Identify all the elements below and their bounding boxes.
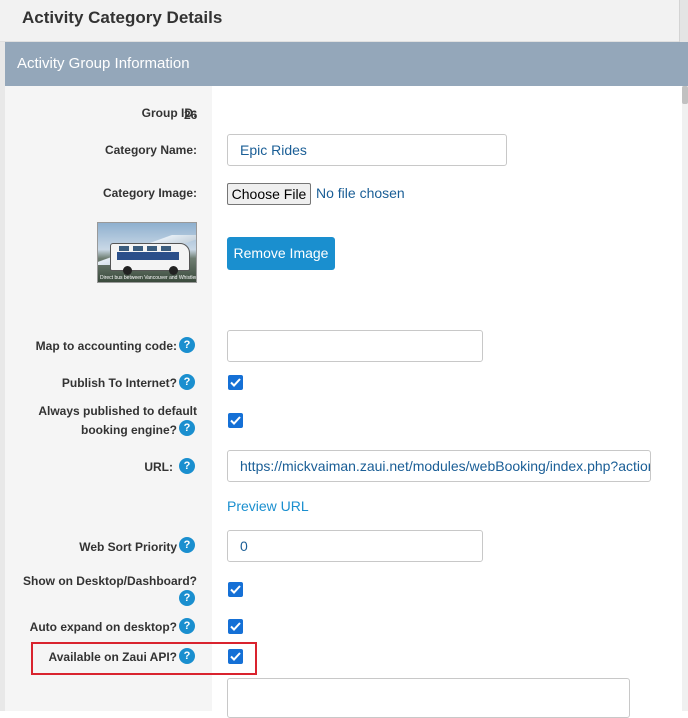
section-title: Activity Group Information	[17, 55, 190, 72]
thumbnail-caption: Direct bus between Vancouver and Whistle…	[100, 275, 197, 281]
always-published-label-line1: Always published to default	[38, 404, 197, 418]
web-sort-help-icon[interactable]: ?	[179, 537, 195, 553]
always-published-checkbox[interactable]	[228, 413, 243, 428]
page-header: Activity Category Details	[0, 0, 688, 42]
preview-url-link[interactable]: Preview URL	[227, 498, 309, 514]
web-sort-input[interactable]: 0	[227, 530, 483, 562]
thumbnail-bus	[110, 243, 190, 275]
choose-file-button[interactable]: Choose File	[227, 183, 311, 205]
scrollbar-thumb[interactable]	[682, 86, 688, 104]
always-published-label-line2: booking engine?	[81, 423, 177, 437]
page-title: Activity Category Details	[22, 8, 223, 27]
auto-expand-checkbox[interactable]	[228, 619, 243, 634]
auto-expand-help-icon[interactable]: ?	[179, 618, 195, 634]
show-desktop-help-icon[interactable]: ?	[179, 590, 195, 606]
accounting-code-input[interactable]	[227, 330, 483, 362]
url-help-icon[interactable]: ?	[179, 458, 195, 474]
url-input[interactable]: https://mickvaiman.zaui.net/modules/webB…	[227, 450, 651, 482]
show-desktop-label: Show on Desktop/Dashboard?	[22, 574, 197, 588]
group-id-value: 26	[184, 108, 198, 122]
url-label: URL:	[144, 460, 173, 474]
show-desktop-checkbox[interactable]	[228, 582, 243, 597]
accounting-code-label: Map to accounting code:	[35, 339, 177, 353]
auto-expand-label: Auto expand on desktop?	[29, 620, 177, 634]
header-edge	[679, 0, 688, 42]
publish-internet-help-icon[interactable]: ?	[179, 374, 195, 390]
accounting-code-help-icon[interactable]: ?	[179, 337, 195, 353]
always-published-help-icon[interactable]: ?	[179, 420, 195, 436]
no-file-chosen-text: No file chosen	[316, 185, 405, 201]
publish-internet-checkbox[interactable]	[228, 375, 243, 390]
web-sort-label: Web Sort Priority	[79, 540, 177, 554]
category-name-label: Category Name:	[104, 143, 197, 157]
category-name-input[interactable]: Epic Rides	[227, 134, 507, 166]
notes-textarea[interactable]	[227, 678, 630, 718]
category-image-label: Category Image:	[102, 186, 197, 200]
category-image-thumbnail: Direct bus between Vancouver and Whistle…	[97, 222, 197, 283]
section-header: Activity Group Information	[5, 42, 688, 86]
zaui-api-highlight-box	[31, 642, 257, 675]
remove-image-button[interactable]: Remove Image	[227, 237, 335, 270]
scrollbar[interactable]	[682, 86, 688, 711]
publish-internet-label: Publish To Internet?	[61, 376, 177, 390]
